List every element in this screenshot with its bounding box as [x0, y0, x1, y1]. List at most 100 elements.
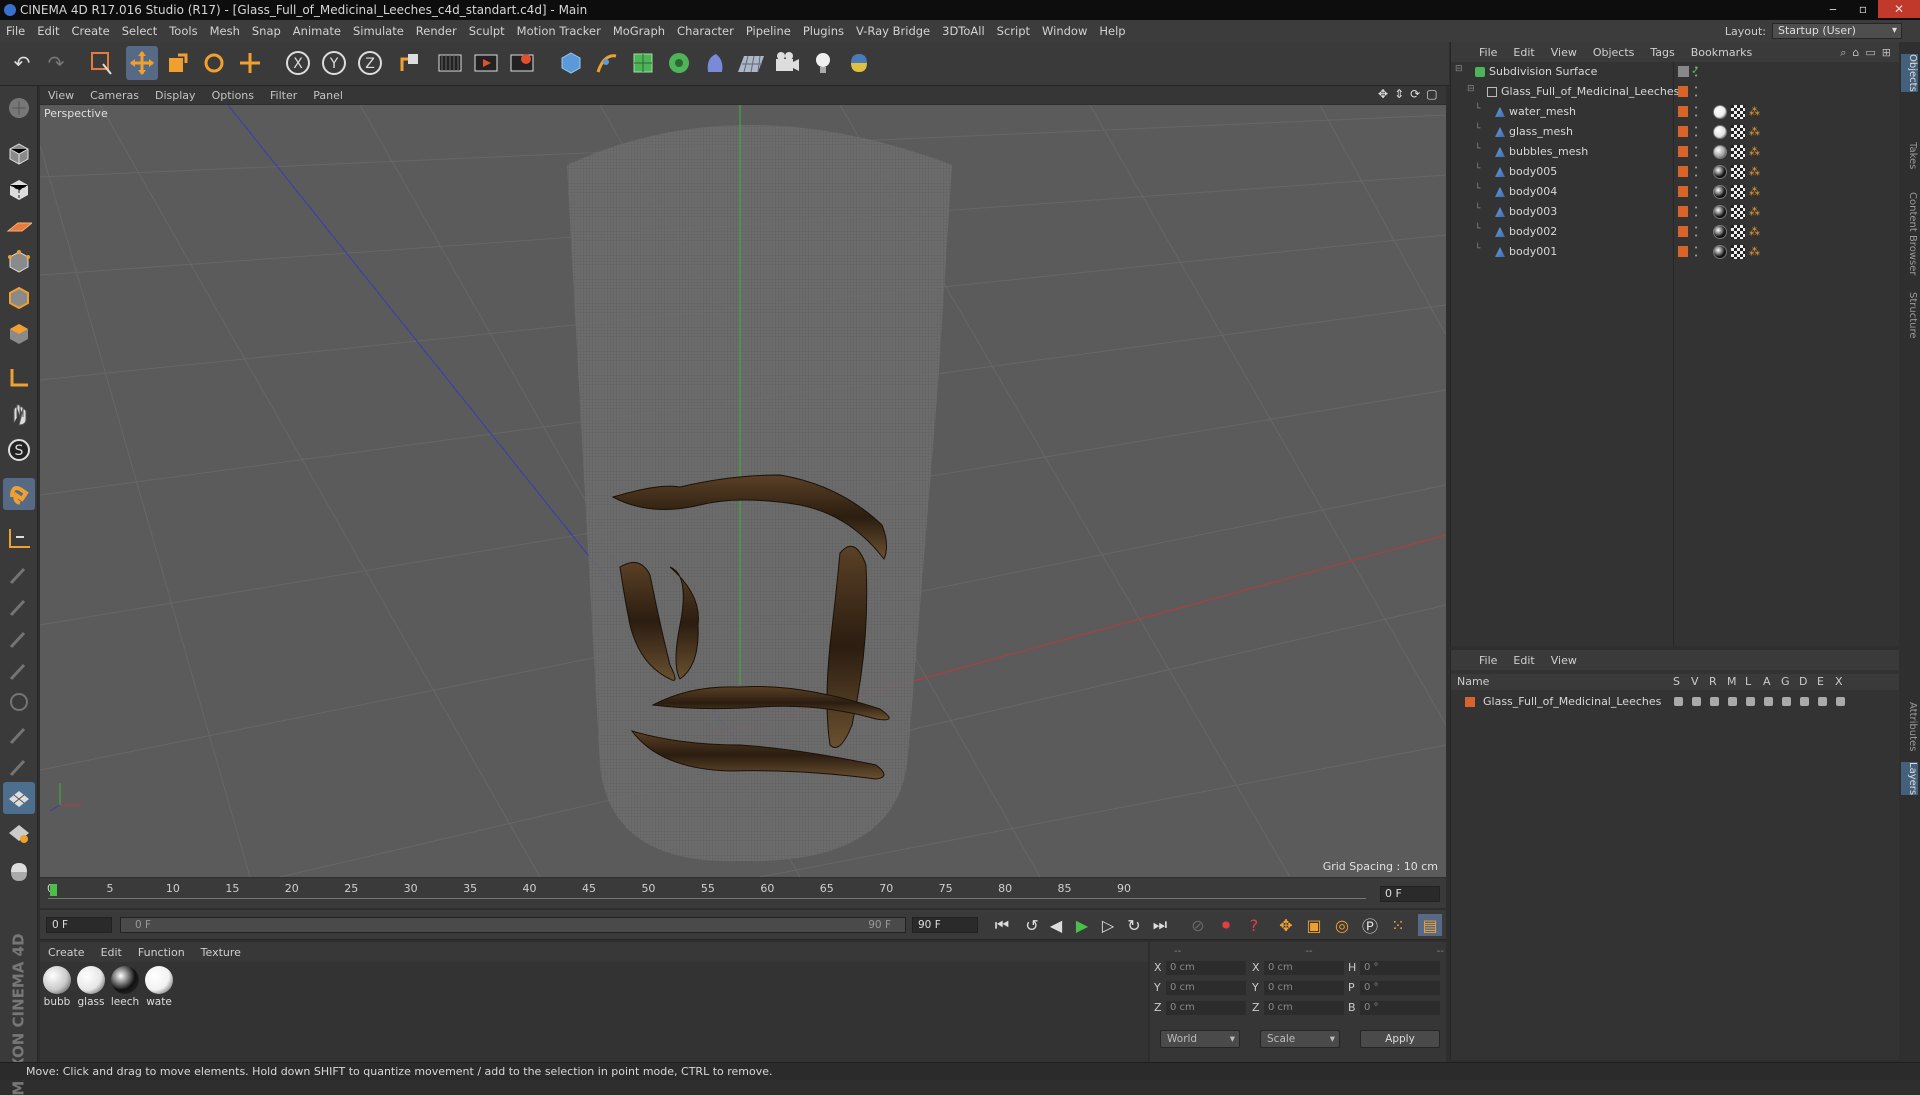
layer-column-header[interactable]: M	[1727, 675, 1737, 688]
layer-toggle-icon[interactable]	[1836, 697, 1845, 706]
side-tab-layers[interactable]: Layers	[1901, 762, 1918, 796]
viewport-pan-icon[interactable]: ✥	[1378, 87, 1388, 101]
layer-color-swatch[interactable]	[1465, 697, 1475, 707]
phong-tag-icon[interactable]: ⁂	[1749, 245, 1763, 259]
edit-toggle-icon[interactable]	[1678, 66, 1689, 77]
menu-sculpt[interactable]: Sculpt	[463, 24, 511, 38]
minimize-button[interactable]: ‒	[1818, 0, 1848, 18]
objects-menu-view[interactable]: View	[1543, 46, 1585, 59]
menu-pipeline[interactable]: Pipeline	[740, 24, 797, 38]
key-pla-icon[interactable]: ⁙	[1386, 914, 1410, 936]
layer-toggle-icon[interactable]	[1710, 697, 1719, 706]
floor-grid-icon[interactable]	[3, 816, 35, 848]
phong-tag-icon[interactable]: ⁂	[1749, 165, 1763, 179]
timeline-ruler[interactable]: 051015202530354045505560657075808590 0 F	[40, 878, 1446, 908]
objects-menu-file[interactable]: File	[1471, 46, 1505, 59]
coordinate-value-field[interactable]: 0 cm	[1264, 981, 1344, 995]
material-tag-icon[interactable]	[1713, 145, 1727, 159]
pen-spline-icon[interactable]	[591, 46, 623, 80]
workplane-icon[interactable]	[3, 210, 35, 242]
layer-column-header[interactable]: A	[1763, 675, 1771, 688]
objects-menu-objects[interactable]: Objects	[1585, 46, 1643, 59]
layer-color-swatch[interactable]	[1678, 246, 1688, 257]
coordinate-mode-dropdown[interactable]: World ▾	[1160, 1030, 1240, 1048]
phong-tag-icon[interactable]: ⁂	[1749, 145, 1763, 159]
viewport-menu-panel[interactable]: Panel	[305, 89, 351, 102]
z-axis-icon[interactable]: Z	[354, 46, 386, 80]
next-key-icon[interactable]: ↻	[1122, 914, 1146, 936]
brush-tool-icon[interactable]	[3, 558, 35, 590]
rotate-icon[interactable]	[198, 46, 230, 80]
coordinate-value-field[interactable]: 0 cm	[1264, 1001, 1344, 1015]
texture-tag-icon[interactable]	[1731, 165, 1745, 179]
visibility-dots-icon[interactable]: • •	[1694, 144, 1699, 160]
y-axis-icon[interactable]: Y	[318, 46, 350, 80]
menu-select[interactable]: Select	[116, 24, 163, 38]
menu-plugins[interactable]: Plugins	[797, 24, 850, 38]
object-tree-row[interactable]: └ glass_mesh • • ⁂	[1451, 122, 1900, 142]
magnet-icon[interactable]	[3, 478, 35, 510]
texture-tag-icon[interactable]	[1731, 105, 1745, 119]
layer-column-header[interactable]: E	[1817, 675, 1824, 688]
camera-icon[interactable]	[771, 46, 803, 80]
layer-column-header[interactable]: X	[1835, 675, 1843, 688]
side-tab-objects[interactable]: Objects	[1901, 54, 1918, 92]
menu-character[interactable]: Character	[671, 24, 740, 38]
layer-column-header[interactable]: V	[1691, 675, 1699, 688]
side-tab-content-browser[interactable]: Content Browser	[1901, 192, 1918, 275]
viewport-rotate-icon[interactable]: ⟳	[1410, 87, 1420, 101]
object-tree-row[interactable]: ⊟ Glass_Full_of_Medicinal_Leeches • •	[1451, 82, 1900, 102]
keyframe-icon[interactable]: ⊘	[1186, 914, 1210, 936]
texture-tag-icon[interactable]	[1731, 185, 1745, 199]
visibility-dots-icon[interactable]: • •	[1694, 184, 1699, 200]
visibility-dots-icon[interactable]: • •	[1694, 224, 1699, 240]
object-tree-row[interactable]: └ body003 • • ⁂	[1451, 202, 1900, 222]
layer-color-swatch[interactable]	[1678, 206, 1688, 217]
objects-menu-tags[interactable]: Tags	[1642, 46, 1682, 59]
knife-tool-icon[interactable]	[3, 590, 35, 622]
tree-collapse-icon[interactable]: ⊟	[1455, 64, 1463, 74]
visibility-dots-icon[interactable]: • •	[1694, 164, 1699, 180]
floor-icon[interactable]	[735, 46, 767, 80]
texture-tag-icon[interactable]	[1731, 245, 1745, 259]
menu-window[interactable]: Window	[1036, 24, 1093, 38]
material-tag-icon[interactable]	[1713, 205, 1727, 219]
layer-toggle-icon[interactable]	[1818, 697, 1827, 706]
viewport-menu-cameras[interactable]: Cameras	[82, 89, 147, 102]
tweak-mode-icon[interactable]	[3, 398, 35, 430]
coordinate-value-field[interactable]: 0 °	[1360, 1001, 1440, 1015]
layers-menu-view[interactable]: View	[1543, 654, 1585, 667]
phong-tag-icon[interactable]: ⁂	[1749, 185, 1763, 199]
menu-tools[interactable]: Tools	[163, 24, 203, 38]
object-tree-row[interactable]: └ bubbles_mesh • • ⁂	[1451, 142, 1900, 162]
x-axis-icon[interactable]: X	[282, 46, 314, 80]
layer-color-swatch[interactable]	[1678, 126, 1688, 137]
subdivision-icon[interactable]	[627, 46, 659, 80]
menu-edit[interactable]: Edit	[31, 24, 65, 38]
viewport-menu-view[interactable]: View	[40, 89, 82, 102]
extrude-tool-icon[interactable]	[3, 622, 35, 654]
scale-icon[interactable]	[162, 46, 194, 80]
visibility-dots-icon[interactable]: • •	[1694, 244, 1699, 260]
menu-mesh[interactable]: Mesh	[204, 24, 246, 38]
material-tag-icon[interactable]	[1713, 185, 1727, 199]
go-to-start-icon[interactable]: ⏮	[990, 914, 1014, 936]
material-swatch[interactable]: glass	[76, 966, 106, 1008]
cube-icon[interactable]	[555, 46, 587, 80]
previous-frame-icon[interactable]: ◀	[1044, 914, 1068, 936]
deformer-icon[interactable]	[699, 46, 731, 80]
material-tag-icon[interactable]	[1713, 165, 1727, 179]
layer-row[interactable]: Glass_Full_of_Medicinal_Leeches	[1451, 692, 1900, 712]
coordinate-value-field[interactable]: 0 cm	[1166, 1001, 1246, 1015]
material-menu-create[interactable]: Create	[40, 946, 93, 959]
panel-menu-icon[interactable]: ⊞	[1882, 46, 1891, 60]
apply-button[interactable]: Apply	[1360, 1030, 1440, 1048]
visibility-dots-icon[interactable]: • •	[1694, 124, 1699, 140]
go-to-end-icon[interactable]: ⏭	[1148, 914, 1172, 936]
key-rotation-icon[interactable]: ◎	[1330, 914, 1354, 936]
layer-column-header[interactable]: L	[1745, 675, 1751, 688]
close-button[interactable]: ✕	[1878, 0, 1920, 18]
layout-dropdown[interactable]: Startup (User)	[1772, 23, 1902, 39]
objects-menu-bookmarks[interactable]: Bookmarks	[1683, 46, 1760, 59]
menu-simulate[interactable]: Simulate	[347, 24, 410, 38]
